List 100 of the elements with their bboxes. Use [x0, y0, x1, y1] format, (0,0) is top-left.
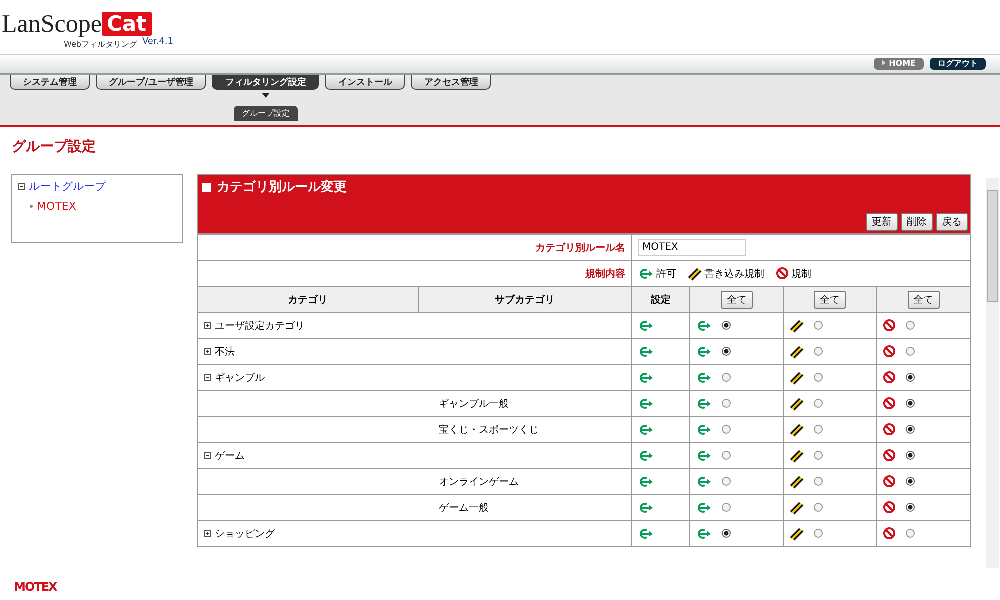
expand-icon[interactable]	[204, 322, 211, 329]
arrow-circle-icon	[638, 398, 654, 410]
nav-tab[interactable]: グループ/ユーザ管理	[96, 75, 206, 90]
select-all-button[interactable]: 全て	[720, 290, 753, 308]
tree-item[interactable]: MOTEX	[30, 200, 176, 213]
arrow-circle-icon	[638, 450, 654, 462]
radio-button[interactable]	[722, 529, 732, 538]
logout-button[interactable]: ログアウト	[930, 58, 986, 70]
expand-icon[interactable]	[204, 348, 211, 355]
collapse-icon[interactable]	[204, 374, 211, 381]
radio-button[interactable]	[814, 529, 824, 538]
arrow-circle-icon	[638, 346, 654, 358]
logo-text: LanScope	[2, 11, 102, 39]
radio-button[interactable]	[722, 399, 732, 408]
radio-button[interactable]	[722, 503, 732, 512]
action-button[interactable]: 更新	[866, 213, 898, 231]
nav-tab[interactable]: インストール	[325, 75, 406, 90]
panel-title: カテゴリ別ルール変更	[217, 178, 347, 196]
arrow-circle-icon	[638, 502, 654, 514]
rule-name-field[interactable]: MOTEX	[638, 239, 746, 256]
radio-button[interactable]	[722, 477, 732, 486]
radio-button[interactable]	[814, 503, 824, 512]
radio-button[interactable]	[722, 451, 732, 460]
arrow-circle-icon	[638, 476, 654, 488]
pencil-icon	[790, 396, 804, 410]
prohibited-icon	[883, 449, 896, 462]
prohibited-icon	[883, 345, 896, 358]
radio-button[interactable]	[906, 529, 916, 538]
radio-button[interactable]	[722, 425, 732, 434]
radio-button[interactable]	[722, 373, 732, 382]
pencil-icon	[790, 344, 804, 358]
column-header: サブカテゴリ	[495, 294, 556, 306]
nav-tab[interactable]: フィルタリング設定	[212, 75, 320, 90]
radio-button[interactable]	[814, 425, 824, 434]
select-all-button[interactable]: 全て	[814, 290, 846, 308]
nav-tab[interactable]: システム管理	[10, 75, 90, 90]
category-name: ゲーム	[215, 450, 245, 462]
arrow-circle-icon	[638, 372, 654, 384]
subcategory-name: オンラインゲーム	[439, 476, 519, 488]
subcategory-name: ゲーム一般	[439, 502, 489, 514]
pencil-icon	[790, 474, 804, 488]
radio-button[interactable]	[722, 321, 732, 330]
radio-button[interactable]	[906, 373, 916, 382]
pencil-icon	[790, 500, 804, 514]
action-button[interactable]: 削除	[901, 213, 933, 231]
arrow-circle-icon	[696, 346, 712, 358]
arrow-circle-icon	[696, 372, 712, 384]
subcategory-name: 宝くじ・スポーツくじ	[439, 424, 539, 436]
field-label: 規制内容	[585, 268, 626, 280]
arrow-circle-icon	[638, 528, 654, 540]
pointer-icon	[262, 93, 270, 98]
prohibited-icon	[883, 475, 896, 488]
legend-label: 書き込み規制	[704, 268, 764, 280]
radio-button[interactable]	[906, 321, 916, 330]
prohibited-icon	[776, 267, 790, 280]
radio-button[interactable]	[906, 451, 916, 460]
nav-tab[interactable]: アクセス管理	[411, 75, 492, 90]
radio-button[interactable]	[814, 321, 824, 330]
subcategory-name: ギャンブル一般	[439, 398, 509, 410]
arrow-circle-icon	[696, 398, 712, 410]
radio-button[interactable]	[906, 347, 916, 356]
action-button[interactable]: 戻る	[936, 213, 968, 231]
logo-badge: Cat	[102, 12, 152, 36]
legend-label: 規制	[791, 268, 812, 280]
radio-button[interactable]	[814, 347, 824, 356]
radio-button[interactable]	[722, 347, 732, 356]
arrow-circle-icon	[696, 450, 712, 462]
arrow-circle-icon	[638, 268, 654, 280]
sub-tab[interactable]: グループ設定	[234, 106, 298, 121]
collapse-icon[interactable]	[204, 452, 211, 459]
pencil-icon	[688, 266, 702, 280]
column-header: 設定	[650, 294, 671, 306]
select-all-button[interactable]: 全て	[908, 290, 940, 308]
scrollbar[interactable]	[986, 178, 999, 568]
arrow-circle-icon	[696, 476, 712, 488]
tree-item[interactable]: ルートグループ	[18, 179, 176, 194]
column-header: カテゴリ	[288, 294, 328, 306]
prohibited-icon	[883, 319, 896, 332]
prohibited-icon	[883, 397, 896, 410]
page-title: グループ設定	[12, 138, 97, 157]
arrow-circle-icon	[638, 424, 654, 436]
pencil-icon	[790, 318, 804, 332]
radio-button[interactable]	[814, 399, 824, 408]
pencil-icon	[790, 370, 804, 384]
pencil-icon	[790, 422, 804, 436]
radio-button[interactable]	[906, 503, 916, 512]
pencil-icon	[790, 448, 804, 462]
prohibited-icon	[883, 501, 896, 514]
radio-button[interactable]	[906, 425, 916, 434]
radio-button[interactable]	[814, 451, 824, 460]
expand-icon[interactable]	[204, 530, 211, 537]
radio-button[interactable]	[814, 373, 824, 382]
radio-button[interactable]	[814, 477, 824, 486]
radio-button[interactable]	[906, 399, 916, 408]
radio-button[interactable]	[906, 477, 916, 486]
pencil-icon	[790, 526, 804, 540]
arrow-circle-icon	[696, 528, 712, 540]
prohibited-icon	[883, 371, 896, 384]
home-link[interactable]: HOME	[874, 58, 924, 70]
arrow-circle-icon	[696, 424, 712, 436]
